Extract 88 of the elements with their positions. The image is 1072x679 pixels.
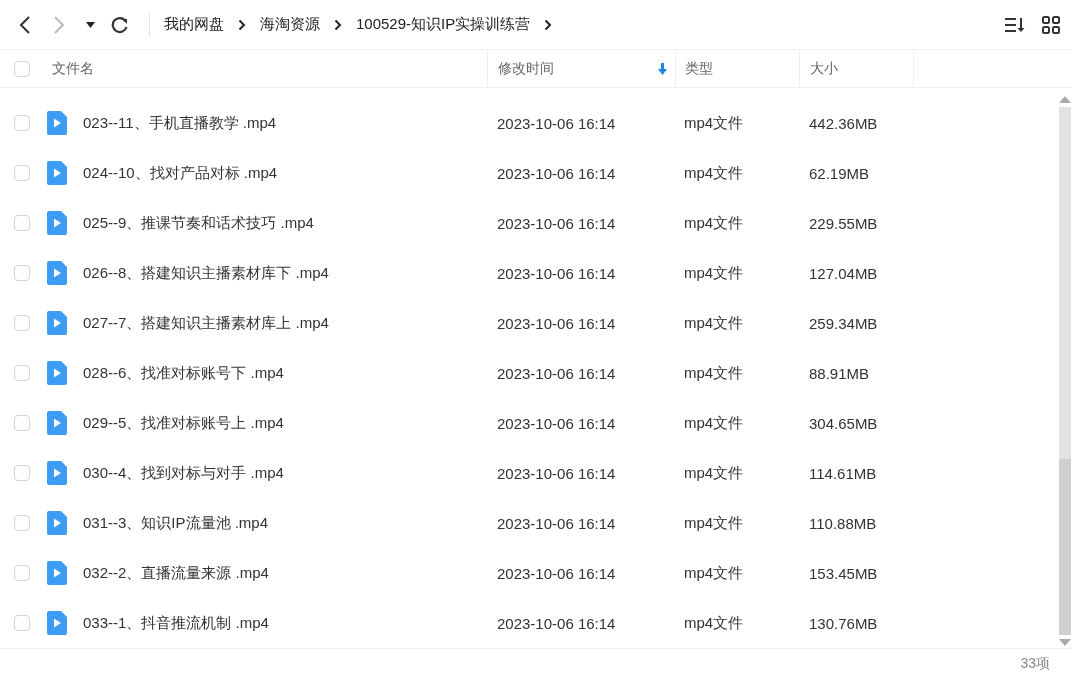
grid-view-icon[interactable]	[1042, 15, 1060, 34]
file-type: mp4文件	[684, 613, 744, 633]
file-name[interactable]: 027--7、搭建知识主播素材库上 .mp4	[83, 313, 329, 333]
file-type: mp4文件	[684, 163, 744, 183]
video-file-icon	[47, 611, 67, 635]
video-file-icon	[47, 361, 67, 385]
modified-date: 2023-10-06 16:14	[497, 514, 616, 532]
breadcrumb-link[interactable]: 我的网盘	[164, 15, 224, 34]
modified-date: 2023-10-06 16:14	[497, 364, 616, 382]
file-size: 153.45MB	[809, 564, 878, 582]
column-header[interactable]: 修改时间	[498, 59, 554, 78]
refresh-icon[interactable]	[111, 15, 129, 34]
modified-date: 2023-10-06 16:14	[497, 464, 616, 482]
file-type: mp4文件	[684, 463, 744, 483]
file-type: mp4文件	[684, 513, 744, 533]
sort-descending-icon[interactable]	[658, 62, 667, 75]
file-size: 114.61MB	[809, 464, 877, 482]
file-type: mp4文件	[684, 563, 744, 583]
file-size: 110.88MB	[809, 514, 877, 532]
file-name[interactable]: 031--3、知识IP流量池 .mp4	[83, 513, 269, 533]
checkbox[interactable]	[14, 465, 30, 481]
file-size: 259.34MB	[809, 314, 878, 332]
forward-icon[interactable]	[52, 14, 66, 35]
caret-icon[interactable]	[86, 21, 95, 28]
checkbox[interactable]	[14, 215, 30, 231]
modified-date: 2023-10-06 16:14	[497, 164, 616, 182]
file-name[interactable]: 032--2、直播流量来源 .mp4	[83, 563, 269, 583]
file-size: 130.76MB	[809, 614, 878, 632]
modified-date: 2023-10-06 16:14	[497, 564, 616, 582]
file-name[interactable]: 023--11、手机直播教学 .mp4	[83, 113, 277, 133]
video-file-icon	[47, 161, 67, 185]
checkbox[interactable]	[14, 315, 30, 331]
item-count: 33项	[1020, 655, 1050, 673]
video-file-icon	[47, 511, 67, 535]
checkbox[interactable]	[14, 615, 30, 631]
checkbox[interactable]	[14, 60, 30, 77]
chevron-icon	[544, 18, 553, 31]
file-size: 304.65MB	[809, 414, 878, 432]
checkbox[interactable]	[14, 565, 30, 581]
scroll-down-icon[interactable]	[1059, 639, 1071, 646]
column-header[interactable]: 类型	[685, 59, 713, 78]
breadcrumb-link[interactable]: 海淘资源	[260, 15, 320, 34]
file-name[interactable]: 025--9、推课节奏和话术技巧 .mp4	[83, 213, 314, 233]
file-name[interactable]: 029--5、找准对标账号上 .mp4	[83, 413, 284, 433]
scrollbar-thumb[interactable]	[1059, 459, 1071, 635]
file-type: mp4文件	[684, 113, 744, 133]
modified-date: 2023-10-06 16:14	[497, 264, 616, 282]
file-name[interactable]: 024--10、找对产品对标 .mp4	[83, 163, 278, 183]
column-header[interactable]: 大小	[810, 59, 838, 78]
video-file-icon	[47, 111, 67, 135]
file-type: mp4文件	[684, 263, 744, 283]
chevron-icon	[238, 18, 246, 31]
file-type: mp4文件	[684, 413, 744, 433]
scroll-up-icon[interactable]	[1059, 96, 1071, 103]
file-name[interactable]: 028--6、找准对标账号下 .mp4	[83, 363, 284, 383]
file-size: 229.55MB	[809, 214, 878, 232]
file-size: 62.19MB	[809, 164, 870, 182]
video-file-icon	[47, 411, 67, 435]
file-type: mp4文件	[684, 313, 744, 333]
modified-date: 2023-10-06 16:14	[497, 614, 616, 632]
video-file-icon	[47, 311, 67, 335]
file-type: mp4文件	[684, 363, 744, 383]
video-file-icon	[47, 561, 67, 585]
video-file-icon	[47, 261, 67, 285]
modified-date: 2023-10-06 16:14	[497, 114, 616, 132]
file-size: 442.36MB	[809, 114, 878, 132]
chevron-icon	[334, 18, 342, 31]
file-size: 88.91MB	[809, 364, 870, 382]
checkbox[interactable]	[14, 415, 30, 431]
modified-date: 2023-10-06 16:14	[497, 414, 616, 432]
file-name[interactable]: 030--4、找到对标与对手 .mp4	[83, 463, 284, 483]
breadcrumb-link[interactable]: 100529-知识IP实操训练营	[356, 15, 531, 34]
modified-date: 2023-10-06 16:14	[497, 314, 616, 332]
file-name[interactable]: 033--1、抖音推流机制 .mp4	[83, 613, 269, 633]
checkbox[interactable]	[14, 165, 30, 181]
file-size: 127.04MB	[809, 264, 878, 282]
sort-icon[interactable]	[1004, 16, 1026, 33]
back-icon[interactable]	[18, 14, 32, 35]
file-name[interactable]: 026--8、搭建知识主播素材库下 .mp4	[83, 263, 329, 283]
column-header[interactable]: 文件名	[52, 59, 94, 78]
checkbox[interactable]	[14, 515, 30, 531]
video-file-icon	[47, 211, 67, 235]
checkbox[interactable]	[14, 265, 30, 281]
video-file-icon	[47, 461, 67, 485]
file-type: mp4文件	[684, 213, 744, 233]
modified-date: 2023-10-06 16:14	[497, 214, 616, 232]
checkbox[interactable]	[14, 365, 30, 381]
checkbox[interactable]	[14, 115, 30, 131]
